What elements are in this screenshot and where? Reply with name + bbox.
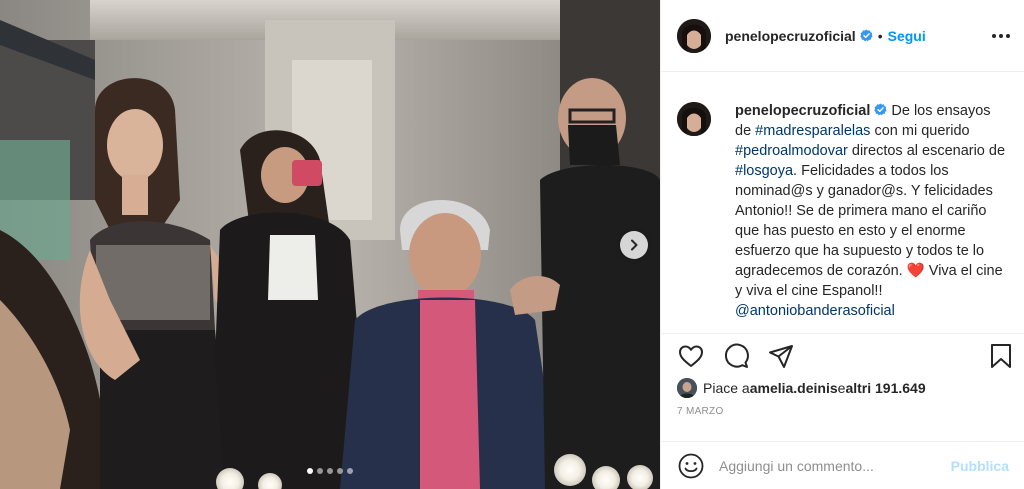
- comments-section: penelopecruzoficial De los ensayos de #ma…: [661, 72, 1024, 334]
- carousel-dot: [347, 468, 353, 474]
- more-horizontal-icon: [992, 34, 996, 38]
- action-bar: [661, 334, 1024, 376]
- likes-summary: Piace a amelia.deinis e altri 191.649: [677, 376, 926, 400]
- liker-avatar[interactable]: [677, 378, 697, 398]
- caption-text: con mi querido: [870, 123, 970, 139]
- post-photo-image: [0, 0, 660, 489]
- hashtag-link[interactable]: #pedroalmodovar: [735, 143, 848, 159]
- likes-conjunction: e: [837, 380, 846, 396]
- chevron-right-icon: [631, 239, 638, 251]
- carousel-dot: [327, 468, 333, 474]
- post-details-panel: penelopecruzoficial • Segui penelopecruz…: [660, 0, 1024, 489]
- hashtag-link[interactable]: #madresparalelas: [755, 123, 870, 139]
- avatar[interactable]: [677, 18, 711, 53]
- more-options-button[interactable]: [989, 26, 1013, 46]
- emoji-smiley-icon[interactable]: [677, 452, 705, 480]
- add-comment-bar: Pubblica: [661, 441, 1024, 489]
- likes-prefix: Piace a: [703, 380, 750, 396]
- header-separator: •: [877, 27, 883, 44]
- caption-text: directos al escenario de: [847, 143, 1006, 159]
- profile-photo-icon: [677, 102, 711, 136]
- hashtag-link[interactable]: #losgoya: [735, 163, 793, 179]
- carousel-dot: [337, 468, 343, 474]
- post-photo[interactable]: [0, 0, 660, 489]
- heart-emoji: ❤️: [906, 263, 925, 279]
- likes-count-link[interactable]: altri 191.649: [845, 380, 925, 396]
- verified-badge-icon: [874, 103, 887, 116]
- post-date[interactable]: 7 MARZO: [677, 406, 724, 417]
- carousel-next-button[interactable]: [620, 231, 648, 259]
- publish-button[interactable]: Pubblica: [951, 458, 1009, 474]
- caption-text: . Felicidades a todos los nominad@s y ga…: [735, 163, 993, 279]
- comment-input[interactable]: [719, 457, 937, 474]
- post-caption: penelopecruzoficial De los ensayos de #ma…: [735, 101, 1009, 333]
- more-dot: [1006, 34, 1010, 38]
- profile-photo-icon: [677, 378, 697, 398]
- like-heart-icon[interactable]: [677, 342, 705, 370]
- carousel-dot: [307, 468, 313, 474]
- bookmark-save-icon[interactable]: [987, 342, 1015, 370]
- caption-avatar[interactable]: [677, 102, 711, 136]
- mention-link[interactable]: @antoniobanderasoficial: [735, 303, 895, 319]
- username-link[interactable]: penelopecruzoficial: [725, 28, 856, 44]
- more-dot: [999, 34, 1003, 38]
- carousel-dot: [317, 468, 323, 474]
- liker-username-link[interactable]: amelia.deinis: [750, 380, 838, 396]
- verified-badge-icon: [859, 29, 873, 42]
- comment-bubble-icon[interactable]: [723, 342, 751, 370]
- post-header: penelopecruzoficial • Segui: [661, 0, 1024, 72]
- follow-button[interactable]: Segui: [888, 28, 926, 44]
- share-send-icon[interactable]: [767, 342, 795, 370]
- profile-photo-icon: [677, 18, 711, 53]
- carousel-indicator: [0, 468, 660, 474]
- caption-username[interactable]: penelopecruzoficial: [735, 103, 870, 119]
